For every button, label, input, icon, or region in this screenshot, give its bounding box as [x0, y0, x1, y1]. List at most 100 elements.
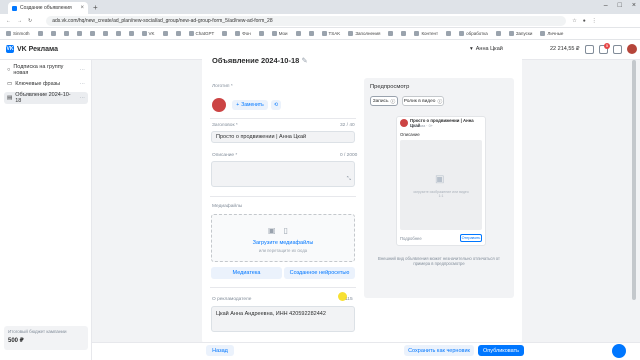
- bookmark[interactable]: [401, 31, 407, 36]
- sidebar-item-keywords[interactable]: ▭ Ключевые фразы ···: [4, 78, 88, 90]
- description-label: Описание *: [212, 153, 238, 158]
- more-icon[interactable]: ···: [80, 67, 86, 73]
- bookmark[interactable]: Заполнения: [348, 31, 380, 36]
- media-library-button[interactable]: Медиатека: [211, 267, 282, 279]
- bookmark[interactable]: [388, 31, 394, 36]
- headline-counter: 32 / 40: [340, 123, 355, 128]
- tab-post[interactable]: Запись ⓘ: [370, 96, 398, 106]
- bell-icon[interactable]: 5: [599, 42, 610, 54]
- budget-box: Итоговый бюджет кампании 500 ₽: [4, 326, 88, 350]
- headline-input[interactable]: Просто о продвижении | Анна Цкай: [211, 131, 355, 143]
- bookmark[interactable]: [308, 31, 314, 36]
- close-tab-icon[interactable]: ×: [80, 5, 84, 11]
- bookmark[interactable]: [76, 31, 82, 36]
- bookmark[interactable]: [495, 31, 501, 36]
- info-icon: ⓘ: [437, 99, 443, 105]
- save-draft-button[interactable]: Сохранить как черновик: [404, 345, 474, 356]
- ad-logo-avatar: [212, 98, 226, 112]
- circle-icon: ○: [7, 67, 11, 73]
- bookmark[interactable]: VK: [141, 31, 155, 36]
- crop-icon[interactable]: ⟲: [271, 100, 281, 110]
- bookmark[interactable]: [37, 31, 43, 36]
- edit-icon[interactable]: ✎: [301, 56, 307, 65]
- vk-ads-logo[interactable]: VK VK Реклама: [6, 45, 58, 53]
- back-button[interactable]: Назад: [206, 345, 234, 356]
- more-icon[interactable]: ···: [80, 81, 86, 87]
- sidebar-item-label: Подписка на группу новая: [13, 64, 64, 76]
- maximize-icon[interactable]: □: [618, 2, 622, 9]
- bookmark[interactable]: [295, 31, 301, 36]
- cursor-highlight: [338, 292, 347, 301]
- upload-link[interactable]: Загрузите медиафайлы: [211, 240, 355, 246]
- bookmark[interactable]: [50, 31, 56, 36]
- new-tab-button[interactable]: +: [93, 3, 98, 12]
- image-icon: ▣: [435, 174, 445, 185]
- bookmark[interactable]: Sinmoth: [6, 31, 30, 36]
- budget-label: Итоговый бюджет кампании: [8, 329, 67, 334]
- advertiser-input[interactable]: Цкай Анна Андреевна, ИНН 420592282442: [211, 306, 355, 332]
- bookmark[interactable]: [115, 31, 121, 36]
- scrollbar[interactable]: [632, 60, 636, 300]
- bookmark[interactable]: [63, 31, 69, 36]
- description-input[interactable]: ⤡: [211, 161, 355, 187]
- plus-icon: +: [236, 102, 240, 108]
- upload-dropzone[interactable]: [211, 214, 355, 262]
- back-icon[interactable]: ←: [6, 18, 11, 24]
- more-icon[interactable]: ···: [80, 95, 86, 101]
- bookmark[interactable]: Запуски: [508, 31, 532, 36]
- avatar[interactable]: [627, 44, 637, 54]
- help-icon[interactable]: [613, 44, 622, 54]
- menu-icon[interactable]: ⋮: [592, 18, 597, 24]
- reload-icon[interactable]: ↻: [28, 18, 32, 24]
- upload-hint: или перетащите их сюда: [258, 248, 308, 253]
- bookmark[interactable]: [128, 31, 134, 36]
- wallet-icon[interactable]: [585, 44, 594, 54]
- bookmark[interactable]: Фон: [235, 31, 251, 36]
- bookmark[interactable]: [175, 31, 181, 36]
- bookmark[interactable]: ChatGPT: [188, 31, 214, 36]
- bookmark[interactable]: [89, 31, 95, 36]
- bookmark[interactable]: Контент: [414, 31, 438, 36]
- address-bar-row: ← → ↻ ads.vk.com/hq/new_create/ad_plan/n…: [0, 14, 640, 28]
- publish-button[interactable]: Опубликовать: [478, 345, 524, 356]
- bookmark[interactable]: [222, 31, 228, 36]
- bookmark[interactable]: TSAK: [321, 31, 340, 36]
- create-ai-button[interactable]: Созданное нейросетью: [284, 267, 355, 279]
- header-icons: 5: [585, 42, 637, 54]
- vk-logo-icon: VK: [6, 45, 14, 53]
- logo-label: Логотип *: [212, 84, 233, 89]
- ai-wand-icon[interactable]: ⤡: [347, 176, 351, 183]
- forward-icon[interactable]: →: [17, 18, 22, 24]
- bookmark[interactable]: [102, 31, 108, 36]
- preview-sub: Реклама · 0+: [410, 124, 433, 128]
- doc-icon: ▤: [7, 95, 13, 101]
- minimize-icon[interactable]: –: [604, 2, 608, 9]
- divider: [210, 118, 356, 119]
- bookmark[interactable]: Личные: [540, 31, 563, 36]
- bookmarks-bar: Sinmoth VK ChatGPT Фон Мои TSAK Заполнен…: [0, 28, 640, 40]
- close-window-icon[interactable]: ×: [632, 2, 636, 9]
- balance[interactable]: 22 214,55 ₽: [550, 46, 580, 52]
- page-title: Объявление 2024-10-18 ✎: [212, 56, 308, 65]
- tab-video[interactable]: Ролик в видео ⓘ: [402, 96, 444, 106]
- brand-name: VK Реклама: [17, 45, 58, 53]
- url-input[interactable]: ads.vk.com/hq/new_create/ad_plan/new-soc…: [46, 15, 567, 26]
- bookmark[interactable]: обработка: [459, 31, 488, 36]
- sidebar-item-ad[interactable]: ▤ Объявление 2024-10-18 ···: [4, 92, 88, 104]
- chat-support-icon[interactable]: [612, 344, 626, 358]
- replace-logo-button[interactable]: + Заменить: [232, 100, 268, 110]
- profile-icon[interactable]: ●: [583, 18, 586, 24]
- bookmark[interactable]: Мои: [271, 31, 288, 36]
- preview-title: Предпросмотр: [370, 84, 410, 90]
- bookmark[interactable]: [446, 31, 452, 36]
- star-icon[interactable]: ☆: [572, 18, 576, 24]
- bookmark[interactable]: [258, 31, 264, 36]
- browser-tab[interactable]: Создание объявления ×: [8, 2, 88, 14]
- preview-avatar: [400, 119, 408, 127]
- bookmark[interactable]: [162, 31, 168, 36]
- sidebar-item-campaign[interactable]: ○ Подписка на группу новая ···: [4, 64, 88, 76]
- media-label: Медиафайлы: [212, 204, 243, 209]
- folder-icon: ▭: [7, 81, 13, 87]
- advertiser-value: Цкай Анна Андреевна, ИНН 420592282442: [216, 311, 326, 317]
- preview-cta-button: Отправить: [460, 234, 482, 242]
